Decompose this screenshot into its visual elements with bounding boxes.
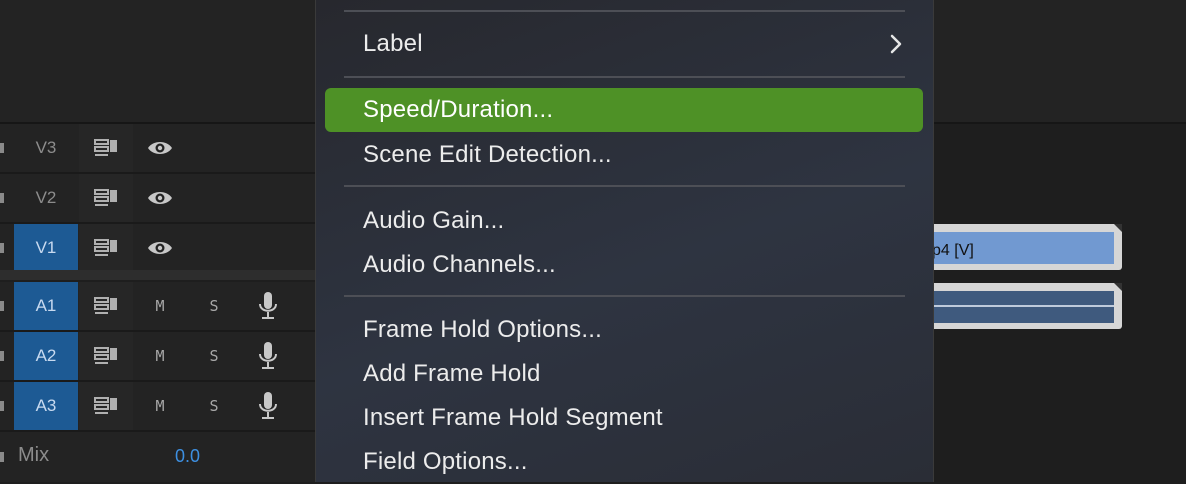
mute-button[interactable]: M [133,332,187,380]
menu-item-audio-gain[interactable]: Audio Gain... [325,199,923,243]
video-clip-label: p4 [V] [932,242,974,259]
track-header-v1: V1 [0,224,315,274]
video-clip[interactable]: p4 [V] [932,224,1122,270]
sync-lock-icon[interactable] [79,224,133,272]
menu-item-text: Frame Hold Options... [363,316,602,343]
eye-icon[interactable] [133,124,187,172]
track-header-a3: A3 M S [0,382,315,432]
menu-item-field-options[interactable]: Field Options... [325,440,923,484]
microphone-icon[interactable] [241,282,295,330]
track-edge-marker [0,193,4,203]
menu-separator [344,295,905,297]
track-edge-marker [0,243,4,253]
menu-item-text: Speed/Duration... [363,96,554,123]
chevron-right-icon [889,33,903,62]
clip-corner-marker [1114,283,1122,291]
track-header-v3: V3 [0,124,315,174]
menu-item-text: Audio Gain... [363,207,505,234]
eye-icon[interactable] [133,174,187,222]
menu-separator [344,10,905,12]
track-target-a1[interactable]: A1 [14,282,78,330]
menu-separator [344,76,905,78]
mix-volume-value[interactable]: 0.0 [175,446,200,467]
mix-track-header: Mix 0.0 [0,432,315,482]
track-target-v2[interactable]: V2 [14,174,78,222]
track-target-a3[interactable]: A3 [14,382,78,430]
audio-clip[interactable] [932,283,1122,329]
track-target-v3[interactable]: V3 [14,124,78,172]
track-header-a1: A1 M S [0,282,315,332]
track-edge-marker [0,401,4,411]
menu-item-audio-channels[interactable]: Audio Channels... [325,243,923,287]
solo-button[interactable]: S [187,282,241,330]
menu-item-text: Insert Frame Hold Segment [363,404,663,431]
track-header-a2: A2 M S [0,332,315,382]
track-header-v2: V2 [0,174,315,224]
solo-button[interactable]: S [187,332,241,380]
menu-item-label[interactable]: Label [325,22,923,66]
audio-waveform-line [932,305,1114,307]
menu-item-scene-edit-detection[interactable]: Scene Edit Detection... [325,133,923,177]
sync-lock-icon[interactable] [79,124,133,172]
sync-lock-icon[interactable] [79,282,133,330]
menu-item-text: Add Frame Hold [363,360,541,387]
menu-item-add-frame-hold[interactable]: Add Frame Hold [325,352,923,396]
menu-item-speed-duration[interactable]: Speed/Duration... [325,88,923,132]
audio-clip-body [932,291,1114,323]
mix-label: Mix [18,444,50,466]
track-edge-marker [0,143,4,153]
menu-item-insert-frame-hold-segment[interactable]: Insert Frame Hold Segment [325,396,923,440]
menu-item-text: Scene Edit Detection... [363,141,612,168]
track-target-v1[interactable]: V1 [14,224,78,272]
video-clip-body: p4 [V] [932,232,1114,264]
microphone-icon[interactable] [241,332,295,380]
mute-button[interactable]: M [133,382,187,430]
context-menu: Label Speed/Duration... Scene Edit Detec… [315,0,934,482]
solo-button[interactable]: S [187,382,241,430]
microphone-icon[interactable] [241,382,295,430]
menu-item-text: Field Options... [363,448,528,475]
track-edge-marker [0,301,4,311]
menu-separator [344,185,905,187]
track-target-a2[interactable]: A2 [14,332,78,380]
clip-corner-marker [1114,224,1122,232]
menu-item-text: Label [363,30,423,57]
menu-item-frame-hold-options[interactable]: Frame Hold Options... [325,308,923,352]
track-edge-marker [0,351,4,361]
mute-button[interactable]: M [133,282,187,330]
sync-lock-icon[interactable] [79,174,133,222]
sync-lock-icon[interactable] [79,382,133,430]
track-edge-marker [0,452,4,462]
sync-lock-icon[interactable] [79,332,133,380]
menu-item-text: Audio Channels... [363,251,556,278]
eye-icon[interactable] [133,224,187,272]
